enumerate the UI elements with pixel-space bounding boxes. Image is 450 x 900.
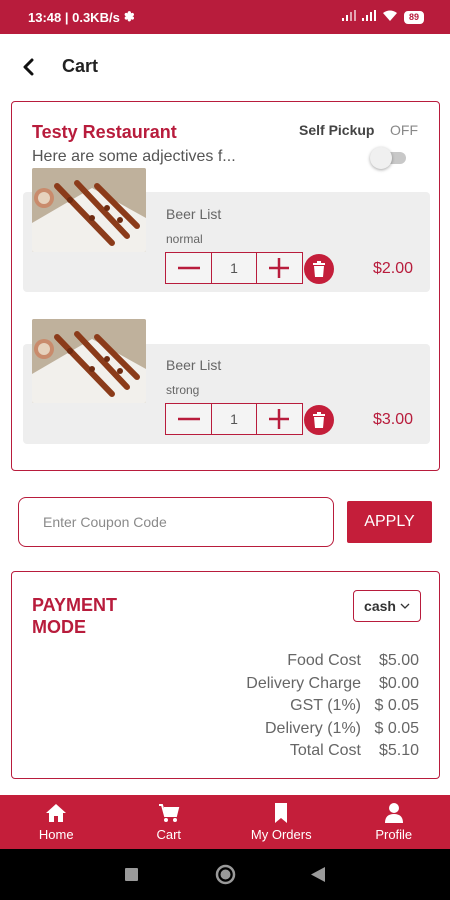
restaurant-name: Testy Restaurant (32, 122, 177, 142)
signal-icon-2 (361, 10, 376, 24)
triangle-back-icon (311, 867, 325, 882)
trash-icon (313, 412, 325, 428)
back-button[interactable] (16, 55, 40, 79)
profile-icon (384, 803, 403, 823)
square-icon (125, 868, 138, 881)
cost-value: $0.00 (378, 675, 419, 692)
item-name: Beer List (166, 206, 222, 222)
status-time: 13:48 | 0.3KB/s (28, 9, 120, 25)
cost-row-delivery-tax: Delivery (1%) $ 0.05 (265, 720, 419, 738)
cost-label: Delivery (1%) (264, 720, 361, 737)
toggle-knob (370, 147, 392, 169)
increase-button[interactable] (257, 253, 302, 283)
signal-icon (341, 10, 356, 24)
nav-orders-label: My Orders (250, 827, 312, 842)
payment-mode-title: PAYMENT MODE (32, 595, 118, 637)
item-price: $2.00 (373, 260, 414, 277)
quantity-value: 1 (211, 253, 257, 283)
quantity-value: 1 (211, 404, 257, 434)
nav-profile[interactable]: Profile (338, 795, 450, 849)
nav-cart[interactable]: Cart (113, 795, 226, 849)
restaurant-description: Here are some adjectives f... (32, 148, 236, 165)
plus-icon (269, 258, 290, 278)
self-pickup-state: OFF (390, 122, 418, 138)
quantity-stepper: 1 (165, 252, 303, 284)
item-price: $3.00 (373, 411, 414, 428)
cost-row-gst: GST (1%) $ 0.05 (290, 697, 419, 715)
circle-icon (215, 864, 236, 885)
cost-value: $5.00 (378, 652, 419, 669)
minus-icon (177, 417, 200, 421)
cost-label: Delivery Charge (246, 675, 361, 692)
notification-icon: ✽ (123, 9, 135, 24)
item-name: Beer List (166, 357, 222, 373)
cost-label: Food Cost (287, 652, 361, 669)
cost-value: $ 0.05 (374, 720, 419, 737)
quantity-stepper: 1 (165, 403, 303, 435)
home-system-button[interactable] (215, 864, 236, 890)
battery-indicator: 89 (403, 10, 424, 24)
cost-label: GST (1%) (290, 697, 361, 714)
cost-row-total: Total Cost $5.10 (290, 742, 419, 760)
self-pickup-toggle[interactable] (368, 146, 408, 169)
self-pickup-label: Self Pickup (299, 122, 375, 138)
trash-icon (313, 261, 325, 277)
home-icon (46, 804, 67, 822)
payment-card: PAYMENT MODE cash Food Cost $5.00 Delive… (11, 571, 440, 779)
back-arrow-icon (23, 58, 34, 76)
nav-my-orders[interactable]: My Orders (225, 795, 338, 849)
cost-row-food: Food Cost $5.00 (287, 652, 419, 670)
payment-mode-select[interactable]: cash (353, 590, 421, 622)
apply-coupon-button[interactable]: APPLY (347, 501, 432, 543)
cost-value: $5.10 (378, 742, 419, 759)
nav-home[interactable]: Home (0, 795, 113, 849)
chevron-down-icon (400, 603, 410, 609)
cost-row-delivery-charge: Delivery Charge $0.00 (246, 675, 419, 693)
status-bar: 13:48 | 0.3KB/s ✽ 89 (0, 0, 450, 34)
bookmark-icon (275, 803, 288, 823)
nav-profile-label: Profile (375, 827, 413, 842)
recent-apps-button[interactable] (125, 868, 138, 886)
page-title: Cart (62, 56, 99, 76)
plus-icon (269, 409, 290, 429)
system-nav-bar (0, 849, 450, 900)
payment-mode-value: cash (364, 598, 396, 614)
nav-cart-label: Cart (156, 827, 182, 842)
decrease-button[interactable] (166, 404, 211, 434)
decrease-button[interactable] (166, 253, 211, 283)
minus-icon (177, 266, 200, 270)
coupon-code-input[interactable] (18, 497, 334, 547)
cost-label: Total Cost (289, 742, 361, 759)
delete-button[interactable] (304, 405, 334, 435)
increase-button[interactable] (257, 404, 302, 434)
food-image (32, 319, 146, 403)
cart-icon (158, 804, 180, 822)
food-image (32, 168, 146, 252)
wifi-icon (382, 10, 398, 25)
back-system-button[interactable] (311, 867, 325, 887)
delete-button[interactable] (304, 254, 334, 284)
cost-value: $ 0.05 (374, 697, 419, 714)
bottom-nav: Home Cart My Orders Profile (0, 795, 450, 849)
item-variant: strong (166, 383, 200, 397)
app-header: Cart (0, 34, 450, 100)
item-variant: normal (166, 232, 203, 246)
restaurant-card: Testy Restaurant Here are some adjective… (11, 101, 440, 471)
nav-home-label: Home (38, 827, 74, 842)
